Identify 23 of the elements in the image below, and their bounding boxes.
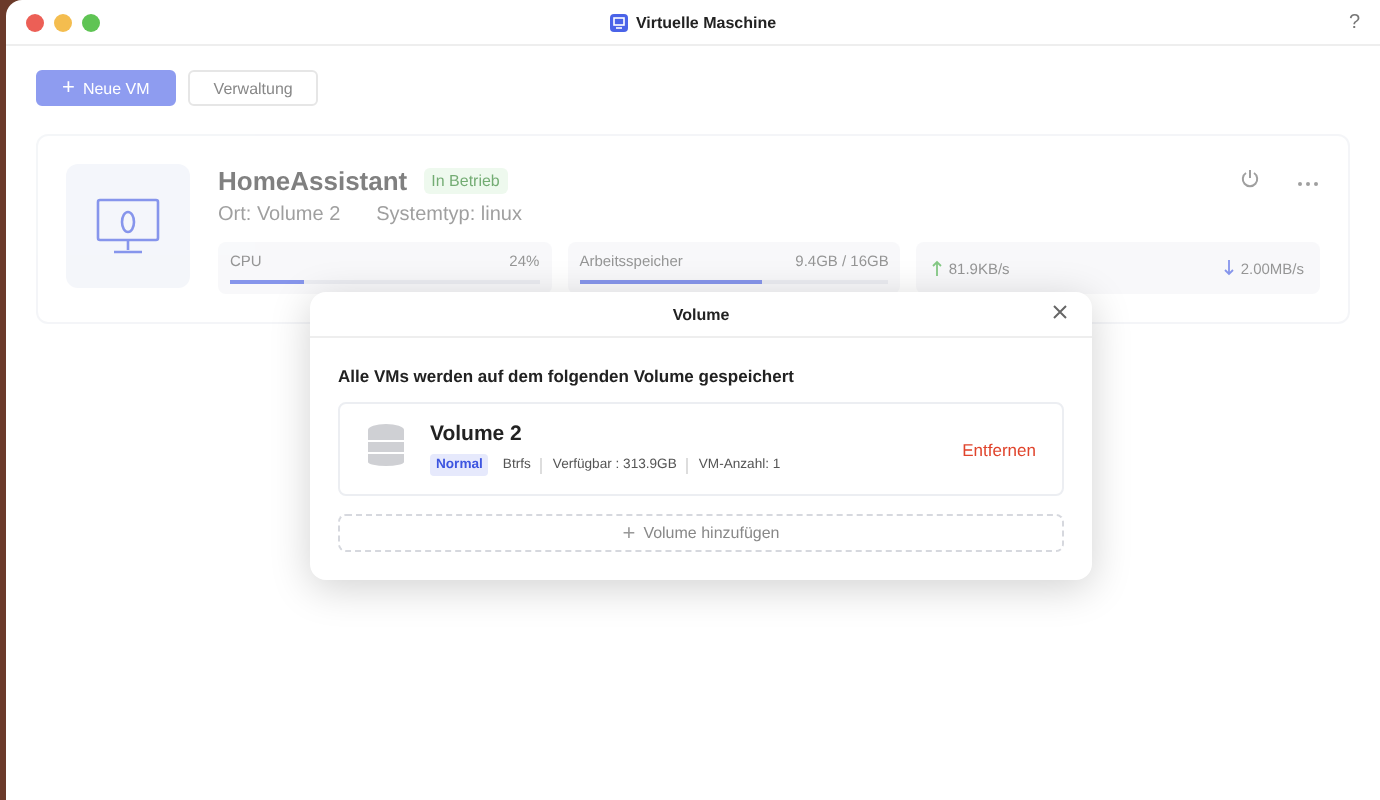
remove-link[interactable]: Entfernen [962,439,1036,459]
status-badge: In Betrieb [423,167,508,193]
app-icon [609,13,628,31]
manage-button[interactable]: Verwaltung [187,70,319,106]
window-title: Virtuelle Maschine [635,13,777,31]
disk-stack-icon [366,422,406,466]
more-icon[interactable] [1296,180,1320,188]
vm-name: HomeAssistant [218,165,408,195]
volume-name: Volume 2 [430,422,524,446]
dialog-heading: Alle VMs werden auf dem folgenden Volume gespeichert [338,366,796,386]
close-icon[interactable] [1052,304,1068,320]
dialog-title: Volume [672,305,730,323]
help-button[interactable]: ? [1348,11,1360,33]
minimize-light[interactable] [54,13,72,31]
vm-system-type: Systemtyp: linux [376,204,522,226]
close-light[interactable] [26,13,44,31]
add-volume-button[interactable]: + Volume hinzufügen [338,514,1064,552]
new-vm-button[interactable]: + Neue VM [36,70,176,106]
zoom-light[interactable] [82,13,100,31]
arrow-up-icon [932,260,943,276]
vm-location: Ort: Volume 2 [218,204,341,226]
power-icon[interactable] [1240,168,1260,188]
arrow-down-icon [1224,260,1235,276]
